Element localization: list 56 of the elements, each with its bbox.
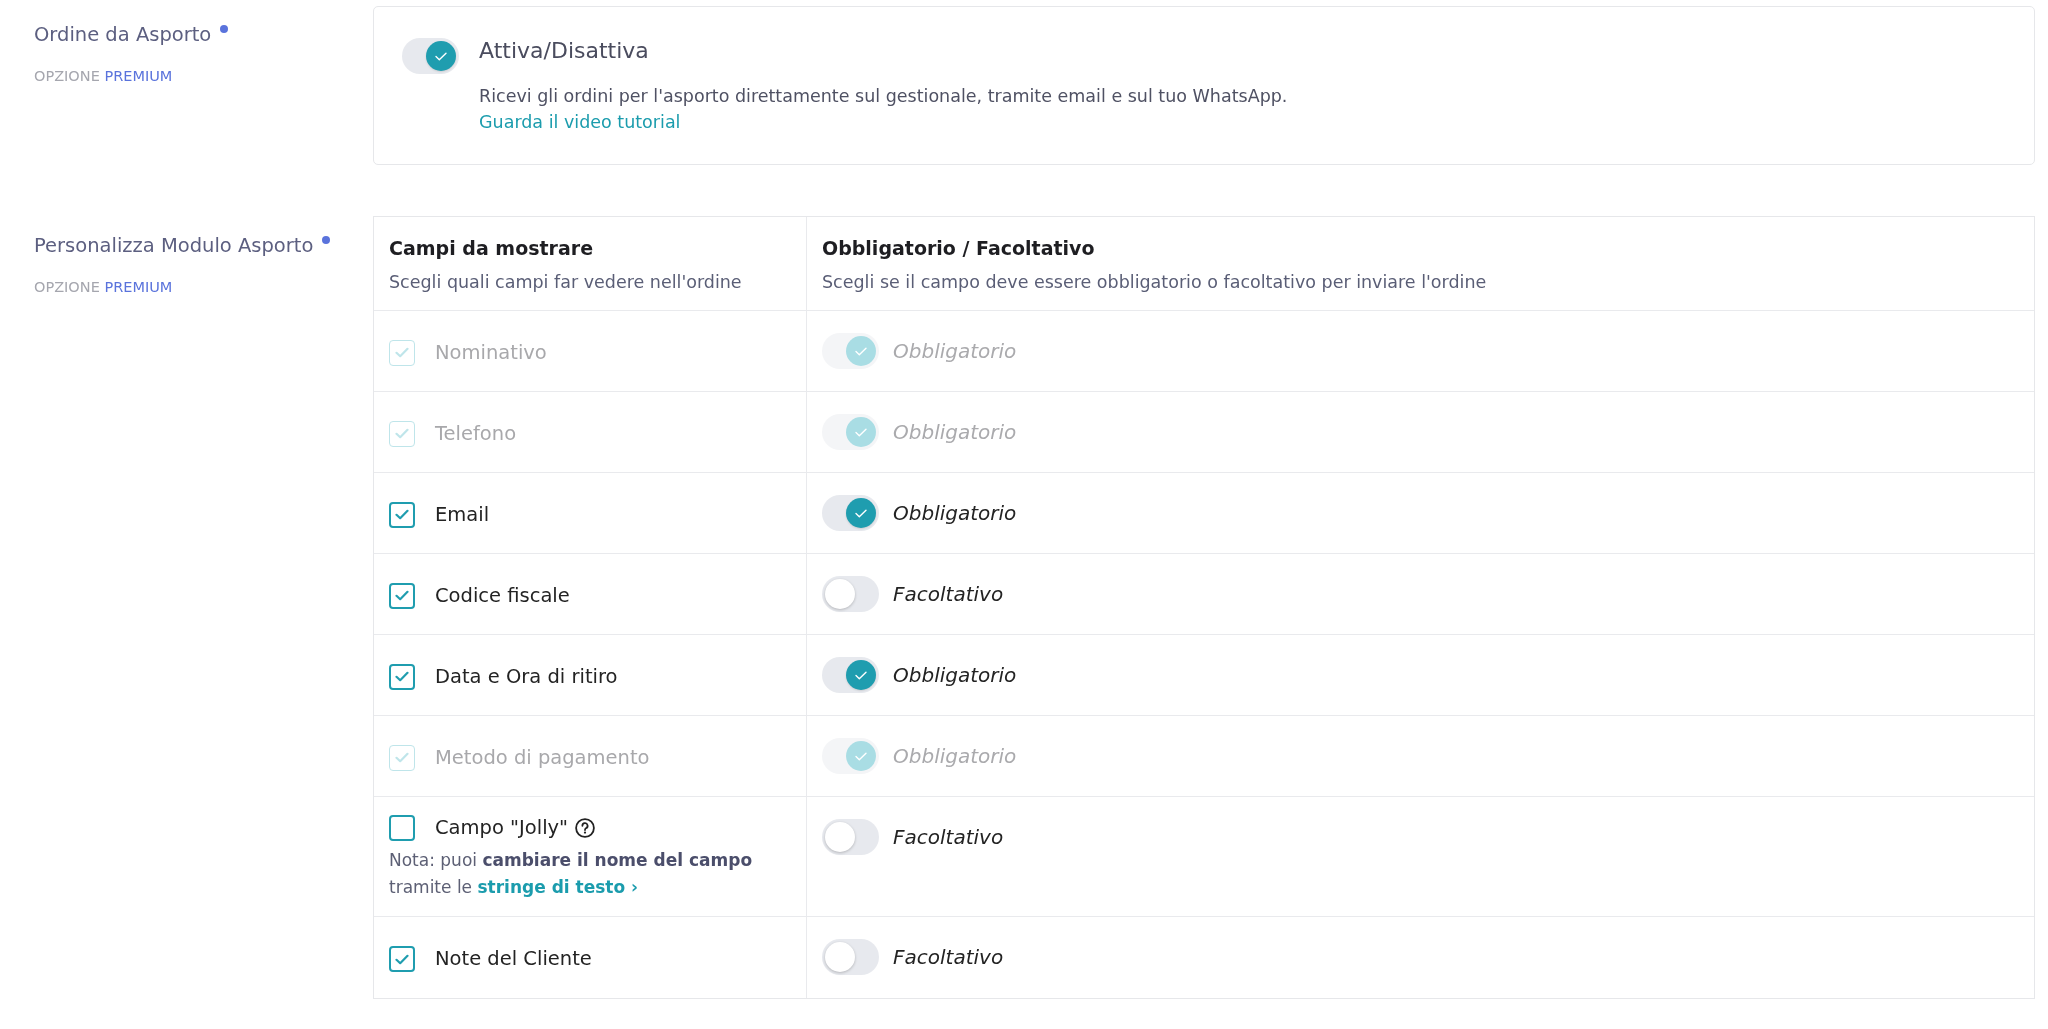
field-name-label: Nominativo — [435, 339, 547, 366]
check-icon — [395, 428, 409, 439]
check-icon — [855, 427, 867, 437]
column-header-subtitle: Scegli se il campo deve essere obbligatorio o facoltativo per inviare l'ordine — [822, 271, 1487, 294]
toggle-switch[interactable] — [402, 38, 459, 74]
video-tutorial-link[interactable]: Guarda il video tutorial — [479, 110, 681, 134]
checkbox[interactable] — [389, 946, 415, 972]
check-icon — [395, 752, 409, 763]
toggle-switch[interactable] — [822, 495, 879, 531]
premium-option-label: OPZIONE PREMIUM — [34, 67, 173, 86]
check-icon — [395, 953, 409, 965]
check-icon — [855, 751, 867, 761]
dot-icon — [322, 236, 331, 244]
note-text: Nota: puoi cambiare il nome del campo tramite le stringe di testo › — [389, 849, 754, 899]
text-strings-link[interactable]: stringe di testo › — [477, 877, 639, 897]
field-name-label: Note del Cliente — [435, 946, 592, 972]
check-icon — [855, 670, 867, 680]
dot-icon — [220, 25, 229, 33]
checkbox[interactable] — [389, 501, 415, 528]
field-name-label: Data e Ora di ritiro — [435, 663, 618, 690]
checkbox[interactable] — [389, 582, 415, 609]
check-icon — [395, 347, 409, 358]
section-title: Personalizza Modulo Asporto — [34, 233, 314, 259]
column-header-title: Campi da mostrare — [389, 236, 594, 261]
check-icon — [435, 51, 447, 61]
requirement-label: Obbligatorio — [893, 338, 1017, 365]
field-name-label: Codice fiscale — [435, 582, 570, 609]
check-icon — [395, 590, 409, 601]
requirement-label: Facoltativo — [893, 944, 1004, 971]
field-name-label: Email — [435, 501, 490, 528]
description-text: Ricevi gli ordini per l'asporto direttamente sul gestionale, tramite email e sul tuo WhatsApp. — [479, 85, 1288, 108]
field-name-label: Campo "Jolly" — [435, 815, 569, 841]
checkbox[interactable] — [389, 815, 415, 841]
field-name-label: Metodo di pagamento — [435, 744, 650, 771]
requirement-label: Facoltativo — [893, 824, 1004, 851]
requirement-label: Facoltativo — [893, 581, 1004, 608]
toggle-title: Attiva/Disattiva — [479, 37, 649, 65]
toggle-switch[interactable] — [822, 819, 879, 855]
check-icon — [855, 508, 867, 518]
section-title: Ordine da Asporto — [34, 22, 212, 48]
premium-option-label: OPZIONE PREMIUM — [34, 278, 173, 297]
help-icon[interactable] — [575, 818, 596, 838]
requirement-label: Obbligatorio — [893, 743, 1017, 770]
column-header-title: Obbligatorio / Facoltativo — [822, 236, 1095, 261]
toggle-switch[interactable] — [822, 939, 879, 975]
requirement-label: Obbligatorio — [893, 419, 1017, 446]
field-name-label: Telefono — [435, 420, 517, 447]
check-icon — [855, 346, 867, 356]
toggle-switch[interactable] — [822, 576, 879, 612]
toggle-switch[interactable] — [822, 657, 879, 693]
check-icon — [395, 671, 409, 682]
check-icon — [395, 509, 409, 520]
column-header-subtitle: Scegli quali campi far vedere nell'ordine — [389, 271, 742, 294]
requirement-label: Obbligatorio — [893, 500, 1017, 527]
checkbox[interactable] — [389, 663, 415, 690]
requirement-label: Obbligatorio — [893, 662, 1017, 689]
